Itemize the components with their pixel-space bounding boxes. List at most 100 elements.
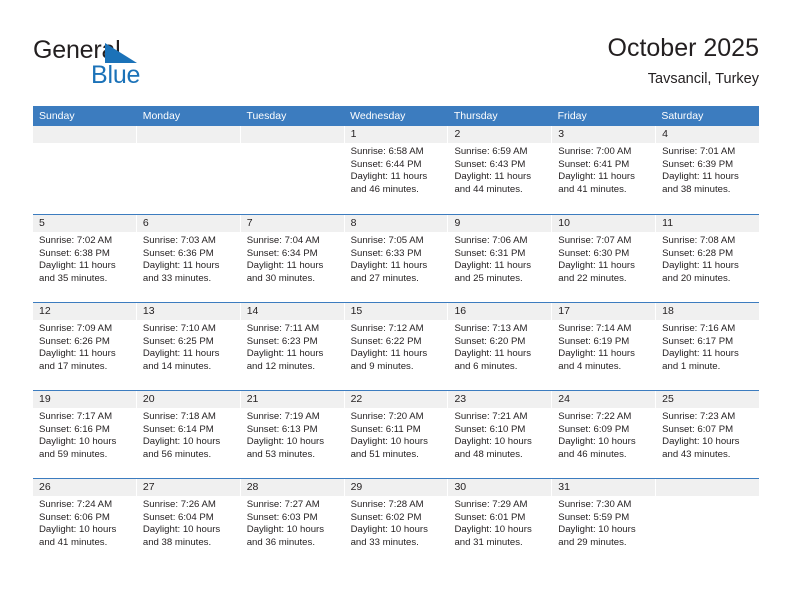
- day-details: Sunrise: 7:16 AM Sunset: 6:17 PM Dayligh…: [656, 320, 759, 373]
- day-cell[interactable]: 27 Sunrise: 7:26 AM Sunset: 6:04 PM Dayl…: [136, 479, 241, 566]
- sunrise-text: Sunrise: 7:16 AM: [662, 323, 736, 334]
- day-number: 19: [33, 391, 136, 408]
- day-cell[interactable]: 17 Sunrise: 7:14 AM Sunset: 6:19 PM Dayl…: [552, 303, 657, 390]
- day-cell[interactable]: 20 Sunrise: 7:18 AM Sunset: 6:14 PM Dayl…: [136, 391, 241, 478]
- daylight-text: Daylight: 10 hours and 29 minutes.: [558, 524, 636, 548]
- day-details: Sunrise: 7:07 AM Sunset: 6:30 PM Dayligh…: [552, 232, 655, 285]
- day-details: Sunrise: 7:27 AM Sunset: 6:03 PM Dayligh…: [241, 496, 344, 549]
- day-cell[interactable]: 26 Sunrise: 7:24 AM Sunset: 6:06 PM Dayl…: [33, 479, 137, 566]
- daylight-text: Daylight: 11 hours and 35 minutes.: [39, 260, 116, 284]
- day-cell[interactable]: 28 Sunrise: 7:27 AM Sunset: 6:03 PM Dayl…: [240, 479, 345, 566]
- day-cell[interactable]: 2 Sunrise: 6:59 AM Sunset: 6:43 PM Dayli…: [448, 126, 553, 214]
- day-number: 16: [448, 303, 552, 320]
- day-cell[interactable]: 15 Sunrise: 7:12 AM Sunset: 6:22 PM Dayl…: [344, 303, 449, 390]
- calendar-grid: Sunday Monday Tuesday Wednesday Thursday…: [33, 106, 760, 566]
- day-cell[interactable]: 31 Sunrise: 7:30 AM Sunset: 5:59 PM Dayl…: [552, 479, 657, 566]
- day-details: Sunrise: 7:14 AM Sunset: 6:19 PM Dayligh…: [552, 320, 655, 373]
- day-cell[interactable]: 29 Sunrise: 7:28 AM Sunset: 6:02 PM Dayl…: [344, 479, 449, 566]
- sunset-text: Sunset: 6:17 PM: [662, 335, 734, 347]
- day-details: Sunrise: 7:02 AM Sunset: 6:38 PM Dayligh…: [33, 232, 136, 285]
- sunrise-text: Sunrise: 7:18 AM: [142, 411, 216, 422]
- day-cell[interactable]: 30 Sunrise: 7:29 AM Sunset: 6:01 PM Dayl…: [448, 479, 553, 566]
- day-details: Sunrise: 7:04 AM Sunset: 6:34 PM Dayligh…: [241, 232, 344, 285]
- day-number: 3: [552, 126, 656, 143]
- day-details: Sunrise: 7:11 AM Sunset: 6:23 PM Dayligh…: [241, 320, 344, 373]
- day-cell[interactable]: 21 Sunrise: 7:19 AM Sunset: 6:13 PM Dayl…: [240, 391, 345, 478]
- day-details: Sunrise: 6:58 AM Sunset: 6:44 PM Dayligh…: [345, 143, 448, 196]
- day-cell[interactable]: 13 Sunrise: 7:10 AM Sunset: 6:25 PM Dayl…: [136, 303, 241, 390]
- day-cell[interactable]: 16 Sunrise: 7:13 AM Sunset: 6:20 PM Dayl…: [448, 303, 553, 390]
- sunrise-text: Sunrise: 7:27 AM: [246, 499, 320, 510]
- sunset-text: Sunset: 6:36 PM: [142, 247, 214, 259]
- day-cell[interactable]: 5 Sunrise: 7:02 AM Sunset: 6:38 PM Dayli…: [33, 215, 137, 302]
- page-subtitle: Tavsancil, Turkey: [647, 71, 759, 87]
- daylight-text: Daylight: 10 hours and 51 minutes.: [350, 436, 428, 460]
- day-cell[interactable]: [656, 479, 760, 566]
- daylight-text: Daylight: 10 hours and 38 minutes.: [142, 524, 221, 548]
- day-cell[interactable]: 10 Sunrise: 7:07 AM Sunset: 6:30 PM Dayl…: [552, 215, 657, 302]
- day-cell[interactable]: 1 Sunrise: 6:58 AM Sunset: 6:44 PM Dayli…: [344, 126, 449, 214]
- day-cell[interactable]: 25 Sunrise: 7:23 AM Sunset: 6:07 PM Dayl…: [656, 391, 760, 478]
- day-cell[interactable]: 7 Sunrise: 7:04 AM Sunset: 6:34 PM Dayli…: [240, 215, 345, 302]
- day-number: 27: [136, 479, 240, 496]
- day-cell[interactable]: 19 Sunrise: 7:17 AM Sunset: 6:16 PM Dayl…: [33, 391, 137, 478]
- day-cell[interactable]: 3 Sunrise: 7:00 AM Sunset: 6:41 PM Dayli…: [552, 126, 657, 214]
- day-cell[interactable]: [33, 126, 137, 214]
- day-details: Sunrise: 7:01 AM Sunset: 6:39 PM Dayligh…: [656, 143, 759, 196]
- daylight-text: Daylight: 11 hours and 12 minutes.: [246, 348, 324, 372]
- day-cell[interactable]: 18 Sunrise: 7:16 AM Sunset: 6:17 PM Dayl…: [656, 303, 760, 390]
- sunrise-text: Sunrise: 7:06 AM: [454, 235, 528, 246]
- daylight-text: Daylight: 10 hours and 41 minutes.: [39, 524, 117, 548]
- daylight-text: Daylight: 11 hours and 38 minutes.: [662, 171, 739, 195]
- day-number: 11: [656, 215, 760, 232]
- day-cell[interactable]: 4 Sunrise: 7:01 AM Sunset: 6:39 PM Dayli…: [656, 126, 760, 214]
- day-cell[interactable]: 8 Sunrise: 7:05 AM Sunset: 6:33 PM Dayli…: [344, 215, 449, 302]
- day-cell[interactable]: 9 Sunrise: 7:06 AM Sunset: 6:31 PM Dayli…: [448, 215, 553, 302]
- daylight-text: Daylight: 11 hours and 30 minutes.: [246, 260, 324, 284]
- sunset-text: Sunset: 6:16 PM: [39, 423, 110, 435]
- day-number: 8: [344, 215, 448, 232]
- daylight-text: Daylight: 11 hours and 17 minutes.: [39, 348, 116, 372]
- day-cell[interactable]: 11 Sunrise: 7:08 AM Sunset: 6:28 PM Dayl…: [656, 215, 760, 302]
- day-details: Sunrise: 7:18 AM Sunset: 6:14 PM Dayligh…: [137, 408, 240, 461]
- sunset-text: Sunset: 6:10 PM: [454, 423, 526, 435]
- day-number: 5: [33, 215, 136, 232]
- day-number: 18: [656, 303, 760, 320]
- day-cell[interactable]: 23 Sunrise: 7:21 AM Sunset: 6:10 PM Dayl…: [448, 391, 553, 478]
- day-number: 2: [448, 126, 552, 143]
- sunset-text: Sunset: 6:30 PM: [558, 247, 630, 259]
- sunrise-text: Sunrise: 7:28 AM: [350, 499, 424, 510]
- day-cell[interactable]: [136, 126, 241, 214]
- day-cell[interactable]: 22 Sunrise: 7:20 AM Sunset: 6:11 PM Dayl…: [344, 391, 449, 478]
- daylight-text: Daylight: 11 hours and 22 minutes.: [558, 260, 635, 284]
- sunset-text: Sunset: 6:02 PM: [350, 511, 422, 523]
- day-details: Sunrise: 7:09 AM Sunset: 6:26 PM Dayligh…: [33, 320, 136, 373]
- day-details: [241, 143, 344, 146]
- day-cell[interactable]: [240, 126, 345, 214]
- weekday-header-wednesday: Wednesday: [350, 110, 406, 122]
- day-number: 14: [240, 303, 344, 320]
- week-row: 1 Sunrise: 6:58 AM Sunset: 6:44 PM Dayli…: [33, 126, 760, 214]
- sunrise-text: Sunrise: 7:26 AM: [142, 499, 216, 510]
- day-cell[interactable]: 12 Sunrise: 7:09 AM Sunset: 6:26 PM Dayl…: [33, 303, 137, 390]
- day-details: Sunrise: 7:00 AM Sunset: 6:41 PM Dayligh…: [552, 143, 655, 196]
- day-number: 15: [344, 303, 448, 320]
- day-details: Sunrise: 7:22 AM Sunset: 6:09 PM Dayligh…: [552, 408, 655, 461]
- day-number: 23: [448, 391, 552, 408]
- daylight-text: Daylight: 10 hours and 48 minutes.: [454, 436, 532, 460]
- day-cell[interactable]: 14 Sunrise: 7:11 AM Sunset: 6:23 PM Dayl…: [240, 303, 345, 390]
- daylight-text: Daylight: 11 hours and 44 minutes.: [454, 171, 532, 195]
- day-number: 24: [552, 391, 656, 408]
- daylight-text: Daylight: 11 hours and 14 minutes.: [142, 348, 220, 372]
- sunrise-text: Sunrise: 7:08 AM: [662, 235, 736, 246]
- week-row: 26 Sunrise: 7:24 AM Sunset: 6:06 PM Dayl…: [33, 478, 760, 566]
- day-details: Sunrise: 7:26 AM Sunset: 6:04 PM Dayligh…: [137, 496, 240, 549]
- weekday-header-saturday: Saturday: [661, 110, 704, 122]
- sunset-text: Sunset: 6:41 PM: [558, 158, 630, 170]
- sunset-text: Sunset: 6:04 PM: [142, 511, 214, 523]
- day-cell[interactable]: 24 Sunrise: 7:22 AM Sunset: 6:09 PM Dayl…: [552, 391, 657, 478]
- sunset-text: Sunset: 6:06 PM: [39, 511, 110, 523]
- sunset-text: Sunset: 6:33 PM: [350, 247, 422, 259]
- day-cell[interactable]: 6 Sunrise: 7:03 AM Sunset: 6:36 PM Dayli…: [136, 215, 241, 302]
- day-number: 6: [136, 215, 240, 232]
